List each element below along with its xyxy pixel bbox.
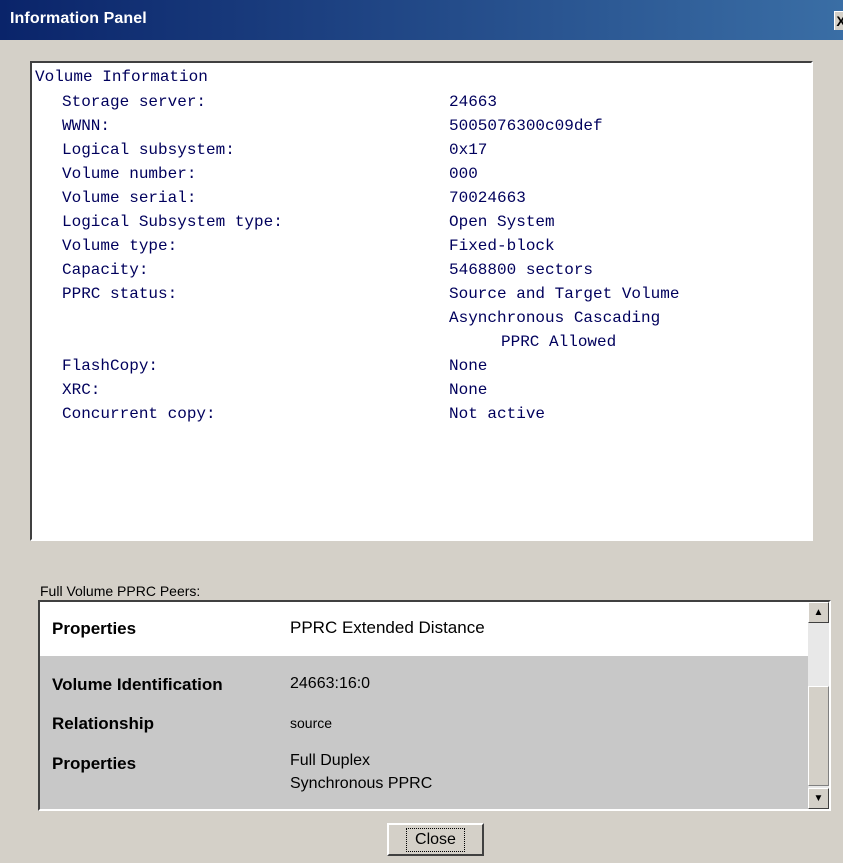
row-value-volume-identification: 24663:16:0 [290, 675, 371, 692]
window-title: Information Panel [10, 10, 147, 27]
scroll-up-arrow-icon[interactable]: ▲ [808, 602, 829, 623]
header-key: Properties [52, 619, 137, 638]
pprc-status-extra-line: PPRC Allowed [501, 333, 617, 351]
volume-info-heading: Volume Information [35, 68, 208, 86]
info-label: Volume number: [62, 165, 197, 183]
info-label: Volume serial: [62, 189, 197, 207]
info-label: Logical subsystem: [62, 141, 235, 159]
info-value: Open System [449, 213, 555, 231]
row-value-properties-line: Full Duplex [290, 752, 371, 769]
info-value: 24663 [449, 93, 498, 111]
scrollbar-thumb[interactable] [808, 686, 829, 786]
peers-label: Full Volume PPRC Peers: [40, 583, 201, 599]
info-value: Source and Target Volume [449, 285, 680, 303]
info-label: FlashCopy: [62, 357, 159, 375]
info-label: PPRC status: [62, 285, 178, 303]
info-value: 000 [449, 165, 478, 183]
peers-table[interactable]: Properties PPRC Extended Distance Volume… [38, 600, 831, 811]
volume-info-panel: Volume Information Storage server: 24663… [30, 61, 813, 541]
row-value-properties-line: Synchronous PPRC [290, 775, 433, 792]
info-label: Storage server: [62, 93, 207, 111]
close-icon[interactable]: X [834, 11, 843, 30]
row-value-relationship: source [290, 715, 333, 731]
info-label: XRC: [62, 381, 101, 399]
title-bar: Information Panel X [0, 0, 843, 40]
row-key-relationship: Relationship [52, 714, 155, 733]
info-label: Capacity: [62, 261, 149, 279]
vertical-scrollbar[interactable]: ▲ ▼ [808, 602, 829, 809]
header-value: PPRC Extended Distance [290, 618, 485, 637]
info-value: None [449, 381, 488, 399]
info-value: 5468800 sectors [449, 261, 594, 279]
close-button[interactable]: Close [387, 823, 484, 856]
info-label: WWNN: [62, 117, 111, 135]
close-button-label: Close [406, 827, 465, 852]
pprc-status-extra-line: Asynchronous Cascading [449, 309, 661, 327]
info-label: Volume type: [62, 237, 178, 255]
info-value: 70024663 [449, 189, 526, 207]
info-label: Concurrent copy: [62, 405, 216, 423]
row-key-volume-identification: Volume Identification [52, 675, 223, 694]
peers-table-body: Volume Identification 24663:16:0 Relatio… [40, 656, 808, 809]
info-value: Fixed-block [449, 237, 555, 255]
info-value: 0x17 [449, 141, 488, 159]
info-value: Not active [449, 405, 546, 423]
scroll-down-arrow-icon[interactable]: ▼ [808, 788, 829, 809]
info-label: Logical Subsystem type: [62, 213, 283, 231]
info-value: 5005076300c09def [449, 117, 603, 135]
peers-table-header: Properties PPRC Extended Distance [40, 602, 808, 656]
row-key-properties: Properties [52, 754, 137, 773]
info-value: None [449, 357, 488, 375]
